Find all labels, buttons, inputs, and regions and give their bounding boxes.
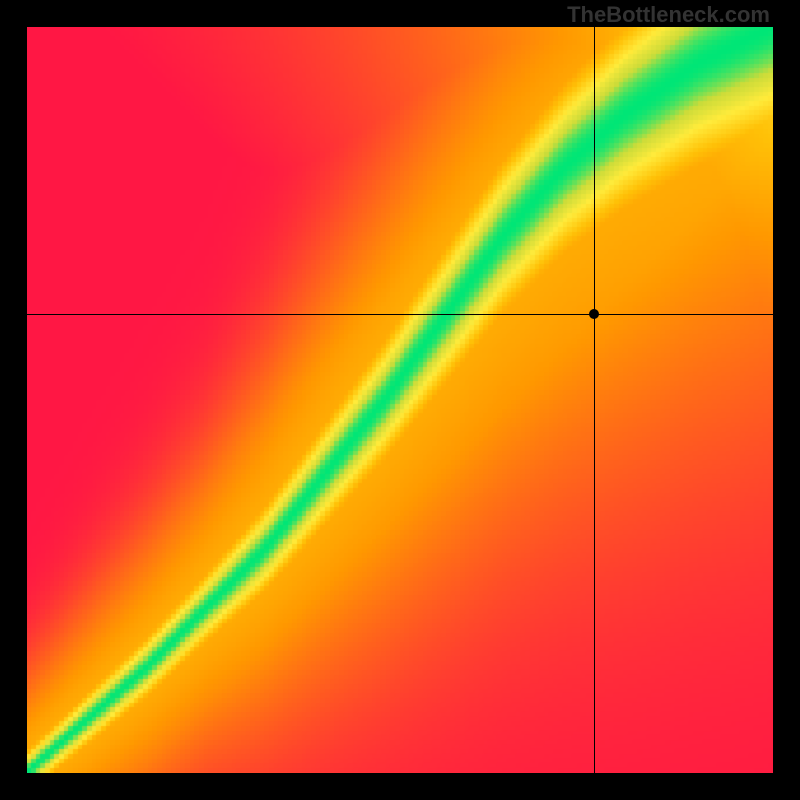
chart-container: TheBottleneck.com [0, 0, 800, 800]
selection-marker [589, 309, 599, 319]
bottleneck-heatmap [27, 27, 773, 773]
watermark-label: TheBottleneck.com [567, 2, 770, 28]
crosshair-vertical [594, 27, 595, 773]
crosshair-horizontal [27, 314, 773, 315]
